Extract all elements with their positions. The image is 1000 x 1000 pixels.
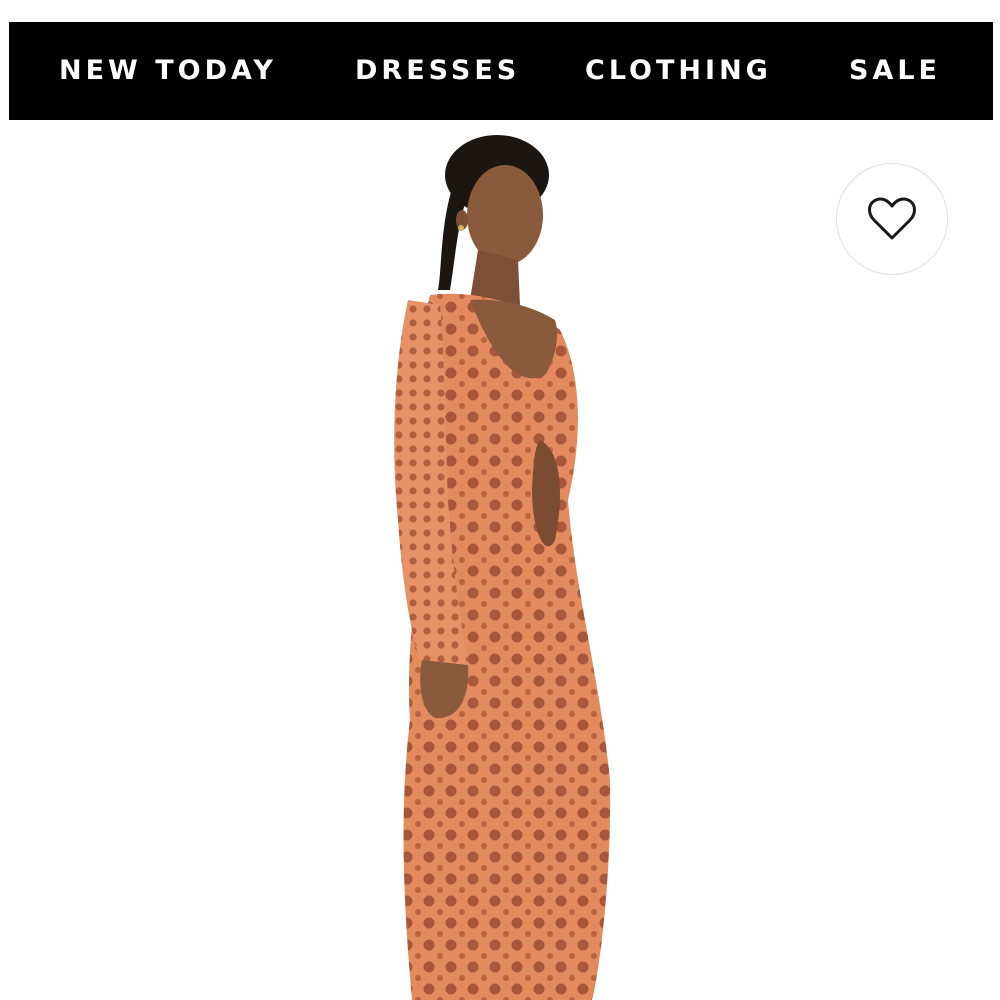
heart-outline-icon bbox=[868, 197, 916, 240]
nav-sale[interactable]: SALE bbox=[849, 22, 941, 120]
top-navigation: NEW TODAY DRESSES CLOTHING SALE bbox=[9, 22, 993, 120]
product-page: NEW TODAY DRESSES CLOTHING SALE bbox=[0, 0, 1000, 1000]
nav-new-today[interactable]: NEW TODAY bbox=[59, 22, 277, 120]
wishlist-button[interactable] bbox=[836, 163, 948, 275]
nav-clothing[interactable]: CLOTHING bbox=[585, 22, 772, 120]
nav-dresses[interactable]: DRESSES bbox=[355, 22, 520, 120]
